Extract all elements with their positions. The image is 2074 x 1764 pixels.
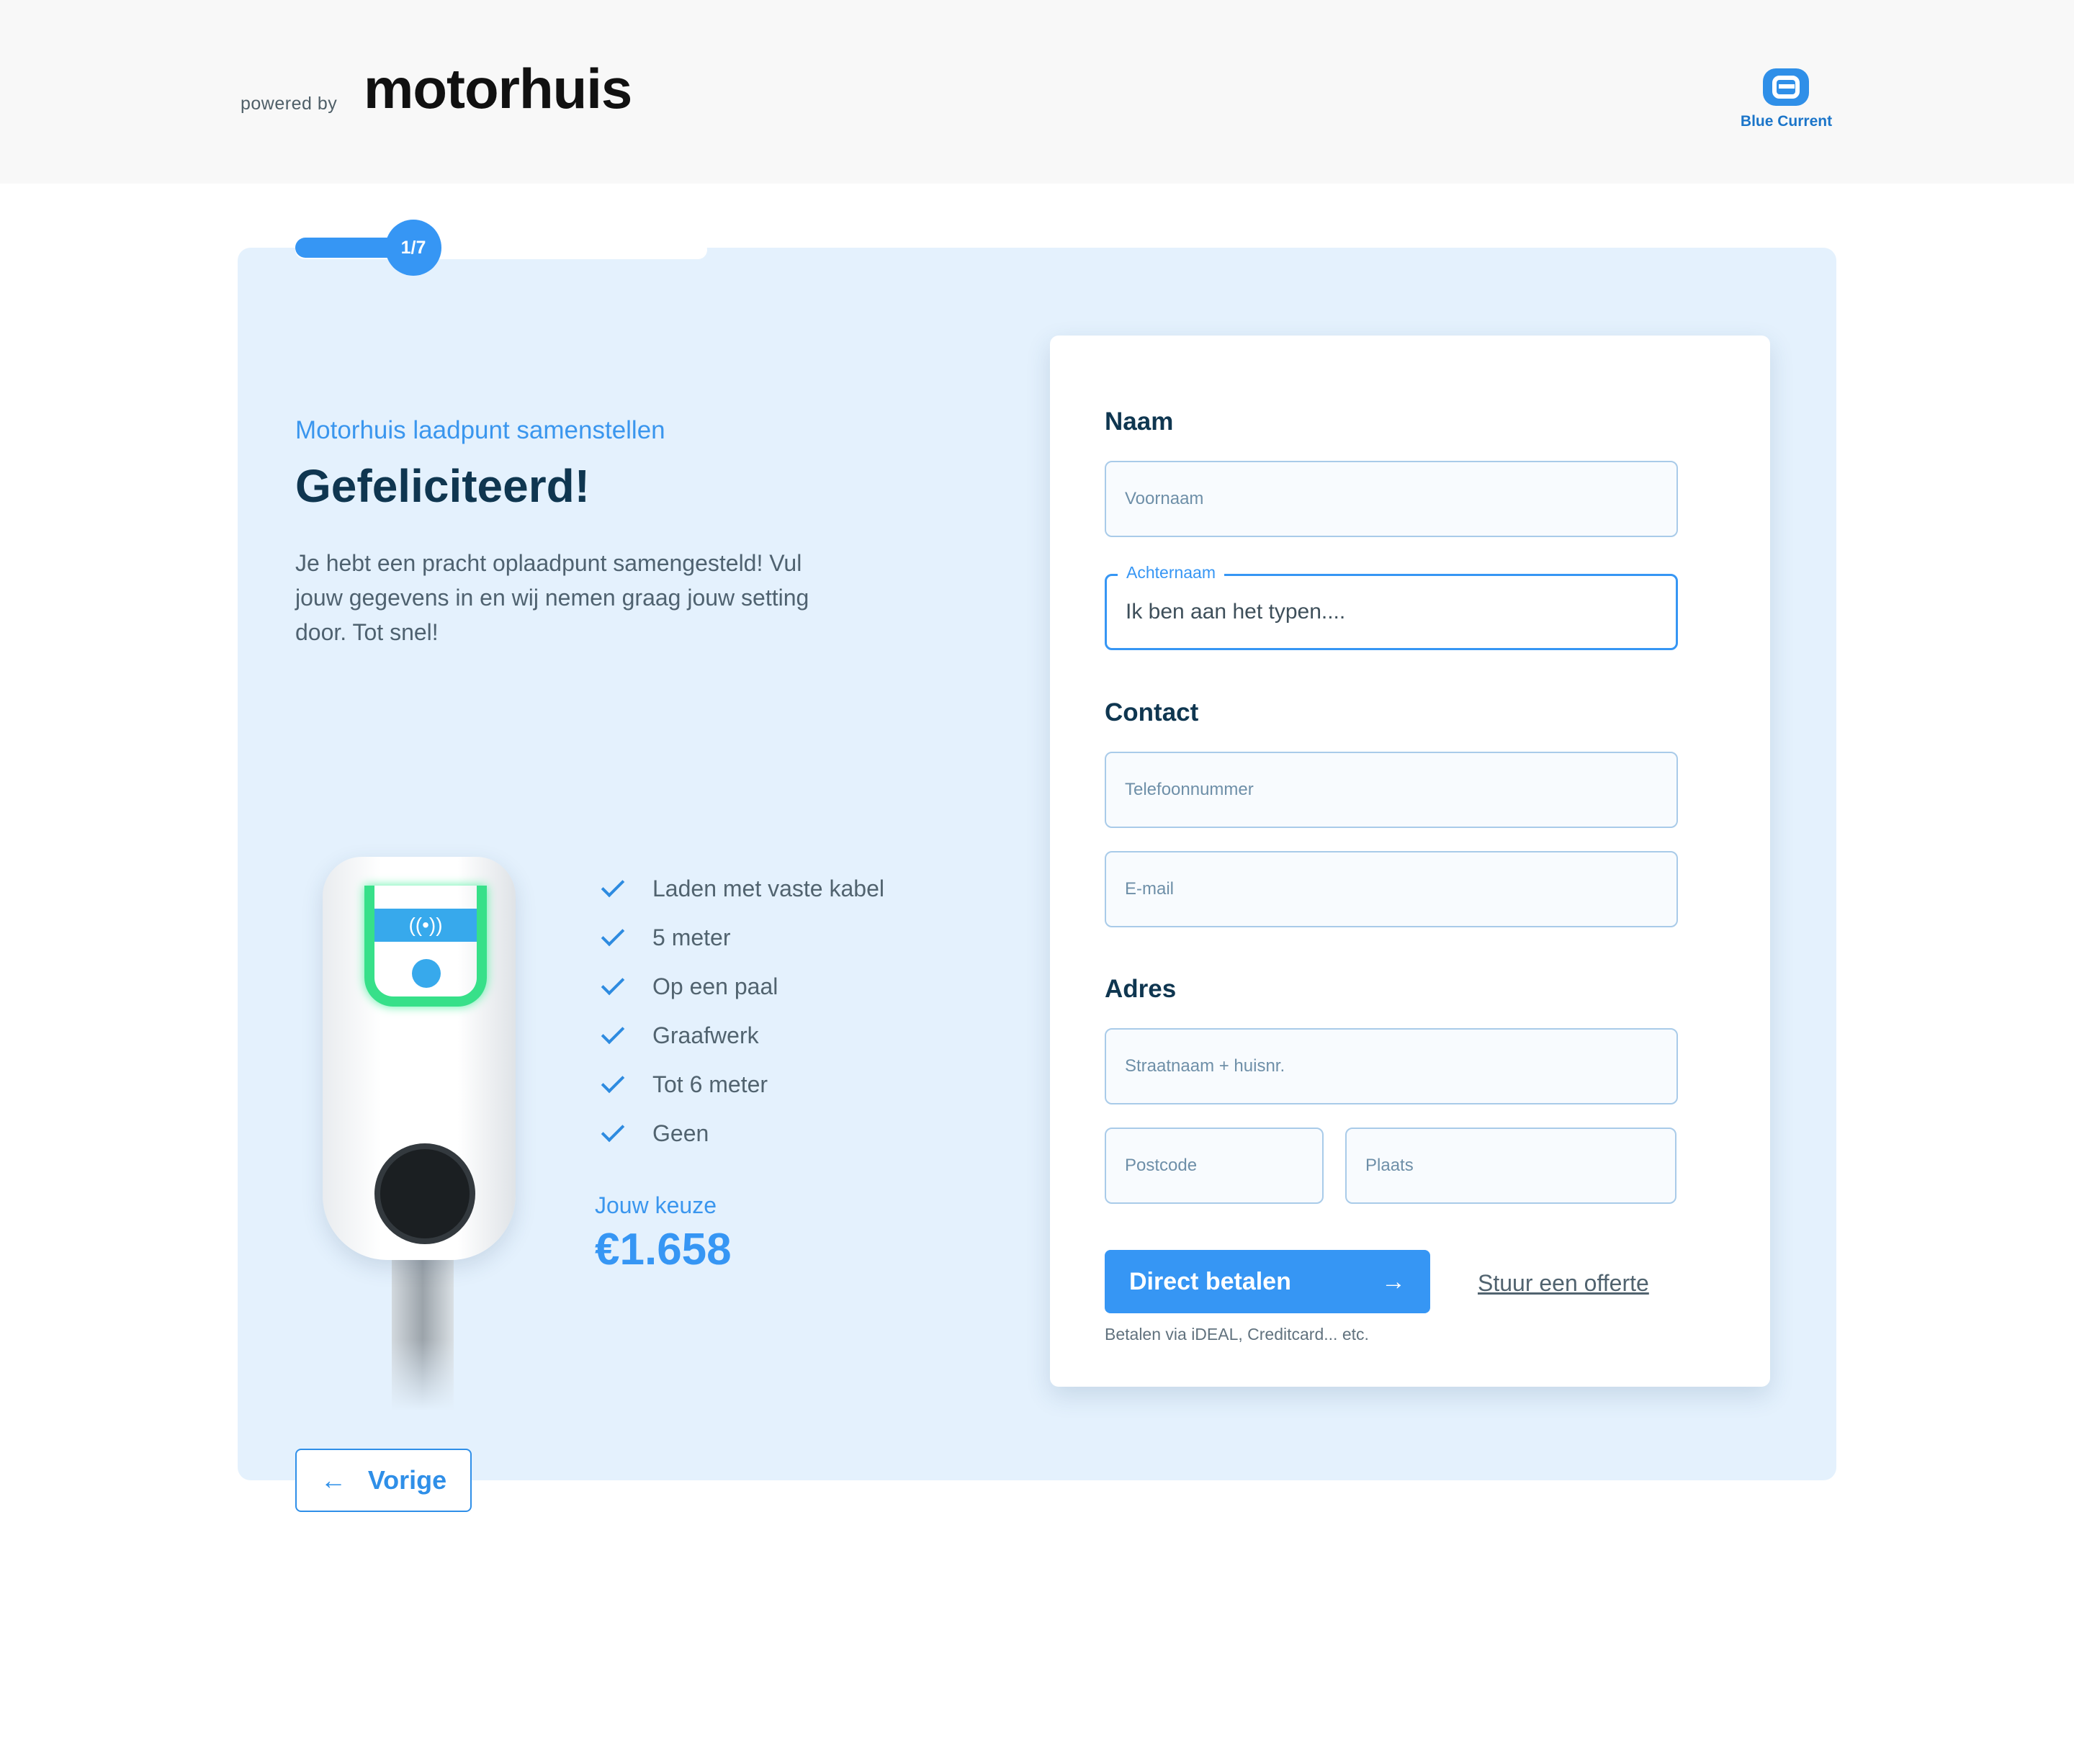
- list-item: 5 meter: [601, 913, 884, 962]
- motorhuis-logo[interactable]: motorhuis: [364, 56, 632, 122]
- blue-current-logo[interactable]: Blue Current: [1734, 68, 1835, 133]
- arrow-left-icon: ←: [320, 1465, 346, 1495]
- send-quote-link[interactable]: Stuur een offerte: [1478, 1270, 1649, 1297]
- list-item: Op een paal: [601, 962, 884, 1011]
- contact-section-title: Contact: [1105, 698, 1199, 726]
- list-item: Geen: [601, 1109, 884, 1158]
- check-icon: [601, 873, 625, 898]
- charger-body: ((•)): [323, 857, 516, 1260]
- top-header: powered by motorhuis Blue Current: [0, 0, 2074, 184]
- charger-socket: [374, 1143, 475, 1244]
- intro-text: Je hebt een pracht oplaadpunt samengeste…: [295, 550, 809, 645]
- street-field[interactable]: Straatnaam + huisnr.: [1105, 1028, 1678, 1104]
- list-item: Laden met vaste kabel: [601, 864, 884, 913]
- blue-current-icon: [1763, 68, 1809, 106]
- postcode-field[interactable]: Postcode: [1105, 1128, 1324, 1204]
- blue-current-logo-text: Blue Current: [1740, 113, 1833, 130]
- powered-by-text: powered by: [241, 94, 338, 114]
- achternaam-label: Achternaam: [1118, 563, 1225, 582]
- charger-led-ring: [364, 886, 487, 1007]
- back-button-label: Vorige: [367, 1465, 447, 1495]
- rfid-icon: ((•)): [374, 909, 477, 942]
- price-value: €1.658: [595, 1225, 732, 1274]
- feature-list: Laden met vaste kabel 5 meter Op een paa…: [601, 864, 884, 1158]
- plug-icon: [412, 959, 441, 988]
- list-item: Graafwerk: [601, 1011, 884, 1060]
- direct-pay-label: Direct betalen: [1129, 1267, 1291, 1295]
- achternaam-field[interactable]: Ik ben aan het typen....: [1105, 574, 1678, 650]
- direct-pay-button[interactable]: Direct betalen →: [1105, 1250, 1430, 1313]
- phone-field[interactable]: Telefoonnummer: [1105, 752, 1678, 828]
- check-icon: [601, 1020, 625, 1045]
- payment-note: Betalen via iDEAL, Creditcard... etc.: [1105, 1325, 1369, 1344]
- back-button[interactable]: ← Vorige: [295, 1449, 472, 1512]
- check-icon: [601, 1069, 625, 1094]
- list-item: Tot 6 meter: [601, 1060, 884, 1109]
- ev-charger-image: ((•)): [317, 850, 533, 1411]
- page-subtitle: Motorhuis laadpunt samenstellen: [295, 416, 665, 444]
- email-field[interactable]: E-mail: [1105, 851, 1678, 927]
- voornaam-field[interactable]: Voornaam: [1105, 461, 1678, 537]
- progress-step-indicator: 1/7: [385, 220, 441, 276]
- city-field[interactable]: Plaats: [1345, 1128, 1676, 1204]
- arrow-right-icon: →: [1381, 1267, 1406, 1295]
- check-icon: [601, 971, 625, 996]
- check-icon: [601, 1118, 625, 1143]
- naam-section-title: Naam: [1105, 408, 1174, 436]
- adres-section-title: Adres: [1105, 975, 1177, 1003]
- choice-label: Jouw keuze: [595, 1192, 717, 1218]
- check-icon: [601, 922, 625, 947]
- page-title: Gefeliciteerd!: [295, 460, 591, 512]
